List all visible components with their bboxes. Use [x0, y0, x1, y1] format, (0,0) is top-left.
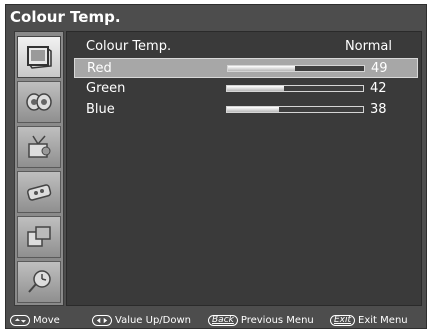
sidebar-item-timer[interactable] [17, 261, 61, 303]
hint-value-label: Value Up/Down [115, 314, 192, 326]
sidebar-item-features[interactable] [17, 171, 61, 213]
green-value: 42 [370, 81, 387, 96]
hint-previous: Back Previous Menu [208, 312, 314, 328]
hint-move: Move [10, 312, 60, 328]
settings-panel: Colour Temp. Normal Red 49 Green 42 Blue… [66, 31, 422, 306]
sound-icon [26, 93, 52, 111]
sidebar-item-input[interactable] [17, 216, 61, 258]
input-icon [27, 226, 51, 247]
blue-value: 38 [370, 102, 387, 117]
up-down-arrow-icon [10, 314, 30, 326]
green-slider-fill [227, 86, 285, 91]
red-label: Red [87, 61, 112, 76]
hint-exit: Exit Exit Menu [330, 312, 408, 328]
red-slider-fill [228, 66, 295, 71]
blue-label: Blue [86, 102, 115, 117]
left-right-arrow-icon [92, 314, 112, 326]
osd-window: Colour Temp. Colour Temp. Normal Red 49 … [5, 4, 427, 329]
colour-temp-value: Normal [344, 39, 392, 54]
hint-value: Value Up/Down [92, 312, 191, 328]
back-key: Back [208, 314, 238, 326]
red-slider[interactable] [227, 65, 365, 72]
channel-icon [28, 135, 51, 158]
red-value: 49 [371, 61, 388, 76]
sidebar [14, 31, 64, 306]
features-icon [27, 184, 52, 201]
blue-slider[interactable] [226, 106, 364, 113]
sidebar-item-sound[interactable] [17, 81, 61, 123]
green-row[interactable]: Green 42 [74, 79, 418, 99]
blue-slider-fill [227, 107, 279, 112]
hint-exit-label: Exit Menu [358, 314, 408, 326]
hint-move-label: Move [33, 314, 60, 326]
blue-row[interactable]: Blue 38 [74, 100, 418, 120]
menu-title: Colour Temp. [10, 8, 121, 26]
exit-key: Exit [330, 314, 356, 326]
status-bar: Move Value Up/Down Back Previous Menu Ex… [8, 312, 424, 328]
colour-temp-label: Colour Temp. [86, 39, 172, 54]
green-label: Green [86, 81, 126, 96]
timer-icon [28, 270, 51, 293]
red-row[interactable]: Red 49 [74, 58, 418, 78]
hint-previous-label: Previous Menu [240, 314, 314, 326]
sidebar-item-picture[interactable] [17, 36, 61, 78]
picture-icon [27, 46, 52, 69]
colour-temp-row[interactable]: Colour Temp. Normal [74, 37, 418, 57]
sidebar-item-channel[interactable] [17, 126, 61, 168]
green-slider[interactable] [226, 85, 364, 92]
